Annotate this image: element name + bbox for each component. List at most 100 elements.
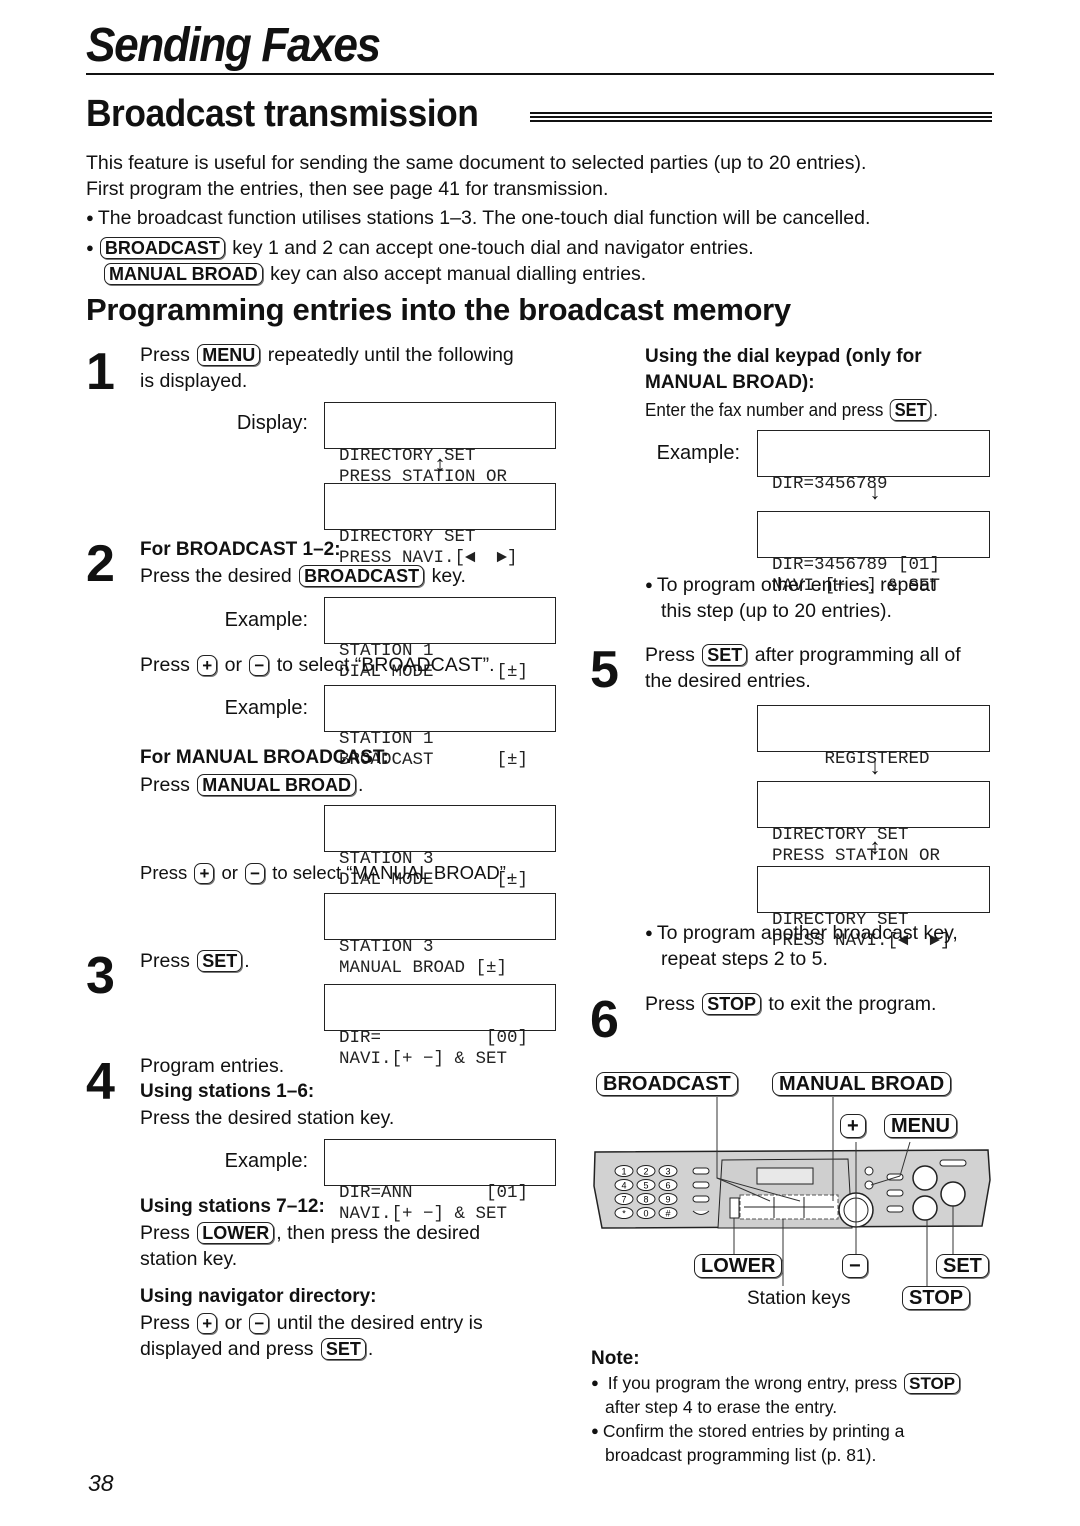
dial-key-label: 6: [665, 1181, 670, 1191]
intro-bullet-2-text: key 1 and 2 can accept one-touch dial an…: [232, 237, 754, 259]
example-label: Example:: [224, 609, 308, 631]
step-5-text-2: the desired entries.: [645, 670, 811, 692]
panel-button: [692, 1181, 710, 1189]
dial-key-label: 5: [643, 1181, 648, 1191]
note-title: Note:: [591, 1348, 640, 1369]
press-text: Press: [140, 950, 190, 972]
callout-plus: +: [840, 1114, 866, 1138]
note-bullet-1-text: If you program the wrong entry, press: [607, 1373, 898, 1393]
step-5-number: 5: [590, 641, 619, 699]
step-4-text-2-after: , then press the desired: [276, 1222, 481, 1244]
indicator-light: [864, 1166, 874, 1176]
set-key-icon: SET: [889, 399, 932, 421]
intro-bullet-2b-text: key can also accept manual dialling entr…: [270, 263, 647, 285]
step-5-bullet-2: repeat steps 2 to 5.: [661, 948, 828, 970]
lcd-step5-a: REGISTERED: [757, 705, 990, 769]
dial-key-label: 7: [621, 1195, 626, 1205]
lcd-step2-b: STATION 1 BROADCAST [±]: [324, 685, 556, 770]
step-4-text-3b-before: displayed and press: [140, 1338, 314, 1360]
lcd-step2-c: STATION 3 DIAL MODE [±]: [324, 805, 556, 890]
manual-broad-key-icon: MANUAL BROAD: [104, 263, 263, 285]
or-text: or: [224, 1312, 242, 1334]
or-text: or: [221, 862, 238, 883]
press-text: Press: [140, 774, 190, 796]
step-2-heading: For BROADCAST 1–2:: [140, 539, 341, 560]
minus-key-icon: −: [245, 863, 266, 884]
lcd-step1-b: DIRECTORY SET PRESS NAVI.[◄ ►]: [324, 483, 556, 568]
step-2-manual-select: Press + or − to select “MANUAL BROAD”.: [140, 860, 511, 886]
menu-key-icon: MENU: [197, 344, 261, 366]
lcd-window: [756, 1167, 814, 1185]
dial-key-label: 3: [665, 1167, 670, 1177]
set-key-icon: SET: [320, 1338, 366, 1360]
press-text: Press: [140, 654, 190, 676]
example-label: Example:: [656, 442, 740, 464]
down-arrow-icon: ↓: [869, 479, 881, 504]
callout-lower: LOWER: [694, 1254, 783, 1278]
step-4-text-2: Press LOWER, then press the desired: [140, 1220, 480, 1246]
down-arrow-icon: ↓: [869, 754, 881, 779]
lcd-line-1: STATION 3: [339, 937, 434, 957]
step-4-heading-3: Using navigator directory:: [140, 1286, 377, 1307]
stop-key-icon: STOP: [904, 1373, 961, 1394]
step-1-text-after: repeatedly until the following: [267, 344, 514, 366]
plus-key-icon: +: [197, 1313, 218, 1334]
chapter-title: Sending Faxes: [86, 19, 381, 72]
set-key-icon: SET: [197, 950, 243, 972]
step-4-line-1: Program entries.: [140, 1055, 285, 1077]
fax-control-panel-diagram: 1 2 3 4 5 6 7 8 9 * 0 # BROADCAST MANUAL…: [590, 1068, 1000, 1328]
callout-broadcast: BROADCAST: [596, 1072, 738, 1096]
step-2-text: Press the desired BROADCAST key.: [140, 563, 466, 589]
plus-key-icon: +: [197, 655, 218, 676]
panel-button: [886, 1205, 904, 1213]
keypad-text: Enter the fax number and press SET.: [645, 399, 938, 421]
example-label: Example:: [224, 1150, 308, 1172]
press-text: Press: [140, 1222, 190, 1244]
step-6-text-after: to exit the program.: [768, 993, 937, 1015]
select-text: to select “MANUAL BROAD”.: [272, 862, 512, 883]
step-4-text-3b: displayed and press SET.: [140, 1338, 374, 1360]
lcd-step3: DIR= [00] NAVI.[+ −] & SET: [324, 984, 556, 1069]
stop-key-icon: STOP: [702, 993, 761, 1015]
lcd-step1-a: DIRECTORY SET PRESS STATION OR: [324, 402, 556, 487]
step-4-number: 4: [86, 1053, 115, 1111]
dial-key-label: 9: [665, 1195, 670, 1205]
up-down-arrow-icon: ↕: [869, 834, 881, 859]
step-3-number: 3: [86, 947, 115, 1005]
lower-button: [729, 1197, 740, 1219]
step-6-text: Press STOP to exit the program.: [645, 991, 936, 1017]
step-2-select-text: Press + or − to select “BROADCAST”.: [140, 652, 495, 678]
lcd-keypad-b: DIR=3456789 [01] NAVI.[+ −] & SET: [757, 511, 990, 596]
note-bullet-1b: after step 4 to erase the entry.: [605, 1397, 838, 1417]
panel-button: [692, 1167, 710, 1175]
dial-key-label: #: [665, 1209, 670, 1219]
intro-bullet-2b: MANUAL BROAD key can also accept manual …: [102, 261, 646, 287]
step-1-number: 1: [86, 343, 115, 401]
intro-bullet-2: BROADCAST key 1 and 2 can accept one-tou…: [86, 235, 754, 261]
dial-key-label: *: [622, 1209, 626, 1219]
lcd-line-2: NAVI.[+ −] & SET: [339, 1049, 508, 1069]
keypad-text-before: Enter the fax number and press: [645, 399, 884, 420]
lcd-line-2: MANUAL BROAD [±]: [339, 958, 508, 978]
section-rule: [530, 112, 992, 128]
step-4-heading-1: Using stations 1–6:: [140, 1081, 315, 1102]
plus-key-icon: +: [194, 863, 215, 884]
dial-key-label: 0: [643, 1209, 648, 1219]
step-5-text: Press SET after programming all of: [645, 642, 961, 668]
section-title: Broadcast transmission: [86, 93, 479, 135]
lower-key-icon: LOWER: [197, 1222, 275, 1244]
panel-button: [886, 1189, 904, 1197]
step-2-text-before: Press the desired: [140, 565, 292, 587]
note-bullet-2: Confirm the stored entries by printing a: [591, 1419, 905, 1443]
note-bullet-1: If you program the wrong entry, press ST…: [591, 1371, 962, 1395]
step-2-number: 2: [86, 535, 115, 593]
minus-key-icon: −: [249, 655, 270, 676]
set-key-icon: SET: [702, 644, 748, 666]
callout-minus: −: [842, 1254, 868, 1278]
broadcast-key-icon: BROADCAST: [99, 237, 225, 259]
step-1-text-2: is displayed.: [140, 370, 248, 392]
bullet-icon: [86, 237, 98, 259]
panel-button: [692, 1195, 710, 1203]
press-text: Press: [645, 644, 695, 666]
callout-set: SET: [936, 1254, 989, 1278]
